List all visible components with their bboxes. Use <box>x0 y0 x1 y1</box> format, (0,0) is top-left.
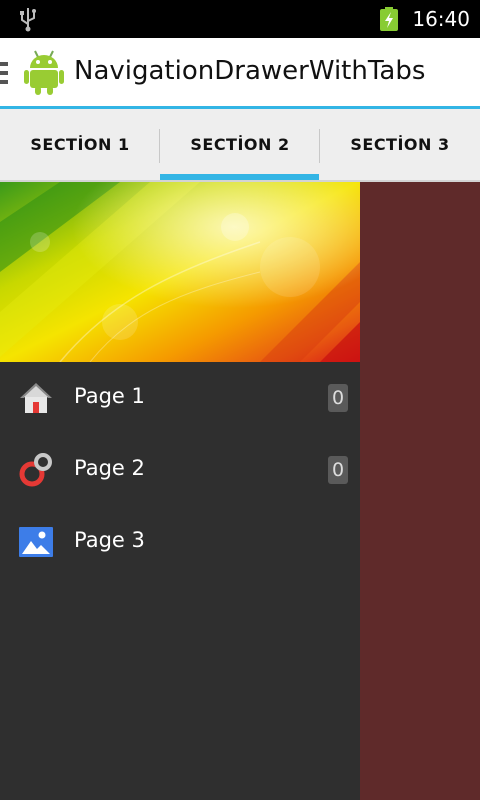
android-icon[interactable] <box>22 48 66 96</box>
drawer-item-page-1[interactable]: Page 1 0 <box>0 362 360 434</box>
drawer-indicator-icon[interactable] <box>0 62 8 89</box>
tab-section-1[interactable]: SECTİON 1 <box>0 109 160 180</box>
ring-icon <box>19 453 52 487</box>
drawer-header-image <box>0 182 360 362</box>
tab-selected-indicator <box>160 174 319 180</box>
navigation-drawer: Page 1 0 Page 2 0 Page 3 <box>0 182 360 800</box>
home-icon <box>20 383 52 413</box>
app-title: NavigationDrawerWithTabs <box>74 56 426 86</box>
tab-section-3[interactable]: SECTİON 3 <box>320 109 480 180</box>
drawer-item-label: Page 2 <box>74 456 145 480</box>
drawer-item-label: Page 1 <box>74 384 145 408</box>
drawer-item-page-2[interactable]: Page 2 0 <box>0 434 360 506</box>
drawer-item-page-3[interactable]: Page 3 <box>0 506 360 578</box>
drawer-item-counter: 0 <box>328 384 348 412</box>
tab-bar: SECTİON 1 SECTİON 2 SECTİON 3 <box>0 109 480 182</box>
status-bar: 16:40 <box>0 0 480 38</box>
drawer-item-label: Page 3 <box>74 528 145 552</box>
image-icon <box>19 527 53 557</box>
status-clock: 16:40 <box>412 7 470 31</box>
usb-icon <box>20 8 36 32</box>
battery-charging-icon <box>380 7 398 31</box>
tab-section-2[interactable]: SECTİON 2 <box>160 109 320 180</box>
action-bar: NavigationDrawerWithTabs <box>0 38 480 106</box>
drawer-item-counter: 0 <box>328 456 348 484</box>
